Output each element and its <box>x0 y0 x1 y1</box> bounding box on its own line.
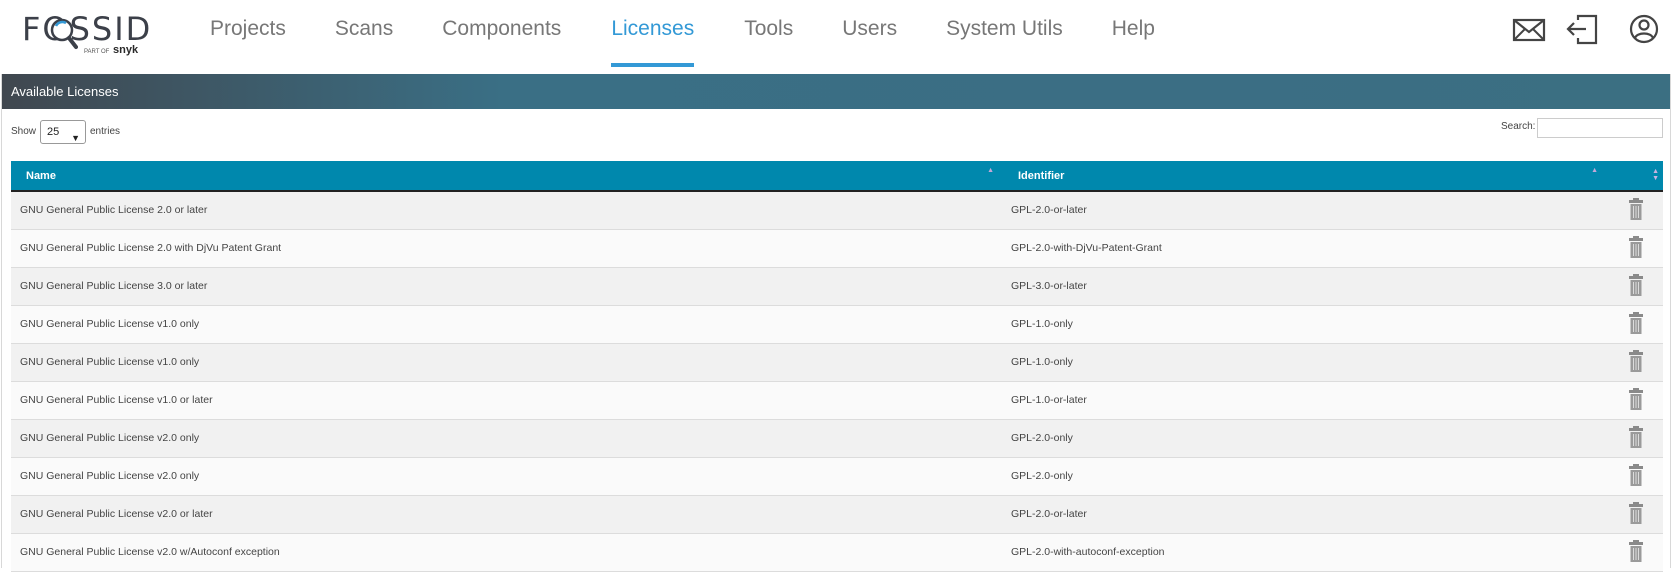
license-name-cell: GNU General Public License v1.0 or later <box>20 394 213 406</box>
license-identifier-cell: GPL-1.0-or-later <box>1011 394 1087 406</box>
row-actions-cell <box>1608 419 1663 457</box>
page-length-value: 25 <box>47 126 60 138</box>
trash-icon[interactable] <box>1628 539 1644 565</box>
logo-tagline-brand: snyk <box>113 44 139 56</box>
nav-help[interactable]: Help <box>1112 0 1155 66</box>
column-header-name-label: Name <box>26 169 56 182</box>
row-actions-cell <box>1608 533 1663 571</box>
row-actions-cell <box>1608 457 1663 495</box>
available-licenses-panel: Available Licenses Show 25 ▼ entries Sea… <box>1 74 1671 571</box>
row-actions-cell <box>1608 191 1663 229</box>
logo-tagline: PART OF snyk <box>84 44 138 56</box>
table-row[interactable]: GNU General Public License 2.0 with DjVu… <box>11 229 1663 267</box>
trash-icon[interactable] <box>1628 501 1644 527</box>
chevron-down-icon: ▼ <box>71 133 80 143</box>
license-identifier-cell: GPL-2.0-with-autoconf-exception <box>1011 546 1165 558</box>
row-actions-cell <box>1608 495 1663 533</box>
trash-icon[interactable] <box>1628 387 1644 413</box>
search-label: Search: <box>1501 121 1536 132</box>
row-actions-cell <box>1608 343 1663 381</box>
row-actions-cell <box>1608 381 1663 419</box>
license-name-cell: GNU General Public License v2.0 only <box>20 470 200 482</box>
mail-icon[interactable] <box>1511 12 1547 46</box>
nav-scans[interactable]: Scans <box>335 0 393 66</box>
license-identifier-cell: GPL-2.0-only <box>1011 470 1073 482</box>
table-row[interactable]: GNU General Public License v2.0 or later… <box>11 495 1663 533</box>
license-identifier-cell: GPL-2.0-or-later <box>1004 495 1608 533</box>
nav-tools[interactable]: Tools <box>744 0 793 66</box>
entries-label: entries <box>90 126 121 137</box>
trash-icon[interactable] <box>1628 273 1644 299</box>
sort-ascending-icon: ▲ <box>987 167 994 174</box>
license-name-cell: GNU General Public License 3.0 or later <box>20 280 208 292</box>
license-identifier-cell: GPL-1.0-only <box>1011 318 1073 330</box>
license-name-cell: GNU General Public License 2.0 or later <box>20 204 208 217</box>
trash-icon[interactable] <box>1628 311 1644 337</box>
main-nav: Projects Scans Components Licenses Tools… <box>210 0 1155 67</box>
table-body: GNU General Public License 2.0 or later G… <box>11 191 1663 571</box>
column-header-identifier[interactable]: Identifier ▲ <box>1004 161 1608 192</box>
license-identifier-cell: GPL-2.0-with-DjVu-Patent-Grant <box>1011 242 1162 254</box>
logo-tagline-prefix: PART OF <box>84 49 110 55</box>
license-name-cell: GNU General Public License v2.0 only <box>20 432 200 444</box>
table-row[interactable]: GNU General Public License v1.0 only GPL-… <box>11 343 1663 381</box>
column-header-actions[interactable]: ▲ ▼ <box>1608 161 1663 192</box>
table-row[interactable]: GNU General Public License 2.0 or later G… <box>11 191 1663 229</box>
fossid-logo[interactable]: FOSSID PART OF snyk <box>22 11 152 59</box>
user-account-icon[interactable] <box>1626 12 1662 46</box>
nav-users[interactable]: Users <box>842 0 897 66</box>
page-length-select[interactable]: 25 ▼ <box>40 120 86 144</box>
column-header-identifier-label: Identifier <box>1018 169 1065 182</box>
table-row[interactable]: GNU General Public License 3.0 or later G… <box>11 267 1663 305</box>
magnifier-logo-icon <box>50 18 78 49</box>
license-identifier-cell: GPL-2.0-only <box>1004 419 1608 457</box>
nav-system-utils[interactable]: System Utils <box>946 0 1063 66</box>
table-controls: Show 25 ▼ entries Search: <box>2 109 1670 161</box>
logo-wordmark: FOSSID <box>22 10 153 48</box>
license-name-cell: GNU General Public License 2.0 with DjVu… <box>20 242 282 254</box>
nav-components[interactable]: Components <box>442 0 561 66</box>
sort-both-icon: ▲ ▼ <box>1652 168 1659 182</box>
panel-title: Available Licenses <box>2 74 1670 109</box>
top-navigation-bar: FOSSID PART OF snyk Projects Scans Compo… <box>0 0 1678 70</box>
table-row[interactable]: GNU General Public License v1.0 or later… <box>11 381 1663 419</box>
sort-ascending-icon: ▲ <box>1591 167 1598 174</box>
table-row[interactable]: GNU General Public License v1.0 only GPL-… <box>11 305 1663 343</box>
trash-icon[interactable] <box>1628 197 1644 223</box>
trash-icon[interactable] <box>1628 349 1644 375</box>
license-name-cell: GNU General Public License v1.0 only <box>20 318 200 330</box>
search-input[interactable] <box>1537 118 1663 138</box>
table-header-row: Name ▲ Identifier ▲ ▲ ▼ <box>11 161 1663 192</box>
row-actions-cell <box>1608 305 1663 343</box>
nav-projects[interactable]: Projects <box>210 0 286 66</box>
column-header-name[interactable]: Name ▲ <box>11 161 1004 192</box>
licenses-table: Name ▲ Identifier ▲ ▲ ▼ GNU General Publi… <box>11 161 1663 572</box>
show-label: Show <box>11 126 37 137</box>
license-name-cell: GNU General Public License v2.0 or later <box>20 508 213 520</box>
row-actions-cell <box>1608 229 1663 267</box>
license-identifier-cell: GPL-1.0-only <box>1004 343 1608 381</box>
table-row[interactable]: GNU General Public License v2.0 w/Autoco… <box>11 533 1663 571</box>
trash-icon[interactable] <box>1628 425 1644 451</box>
table-row[interactable]: GNU General Public License v2.0 only GPL-… <box>11 457 1663 495</box>
table-row[interactable]: GNU General Public License v2.0 only GPL-… <box>11 419 1663 457</box>
license-identifier-cell: GPL-2.0-or-later <box>1004 191 1608 229</box>
license-name-cell: GNU General Public License v1.0 only <box>20 356 200 368</box>
license-identifier-cell: GPL-3.0-or-later <box>1004 267 1608 305</box>
logout-icon[interactable] <box>1564 12 1600 46</box>
license-name-cell: GNU General Public License v2.0 w/Autoco… <box>20 546 280 558</box>
trash-icon[interactable] <box>1628 463 1644 489</box>
row-actions-cell <box>1608 267 1663 305</box>
trash-icon[interactable] <box>1628 235 1644 261</box>
nav-licenses[interactable]: Licenses <box>611 0 694 67</box>
